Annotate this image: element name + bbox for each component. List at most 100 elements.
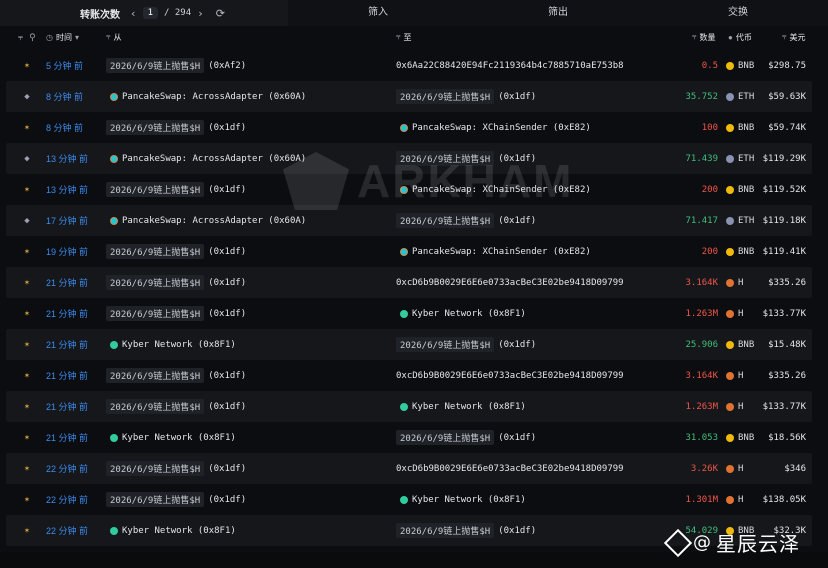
entity-tag[interactable]: 2026/6/9链上抛售$H [396, 151, 495, 166]
time-ago[interactable]: 19 分钟 前 [46, 245, 88, 258]
from-party[interactable]: PancakeSwap: AcrossAdapter (0x60A) [106, 154, 306, 164]
table-row[interactable]: ✶ 21 分钟 前 2026/6/9链上抛售$H (0x1df) Kyber Netwo… [6, 391, 812, 422]
from-party[interactable]: 2026/6/9链上抛售$H (0x1df) [106, 182, 246, 197]
tab-swap[interactable]: 交换 [648, 0, 828, 26]
time-ago[interactable]: 21 分钟 前 [46, 276, 88, 289]
entity-name[interactable]: Kyber Network (0x8F1) [122, 340, 236, 350]
table-row[interactable]: ◆ 13 分钟 前 PancakeSwap: AcrossAdapter (0x60… [6, 143, 812, 174]
short-address[interactable]: (0xAf2) [208, 61, 246, 71]
entity-tag[interactable]: 2026/6/9链上抛售$H [106, 461, 205, 476]
time-ago[interactable]: 22 分钟 前 [46, 462, 88, 475]
short-address[interactable]: (0x1df) [208, 464, 246, 474]
tab-inflow[interactable]: 筛入 [288, 0, 468, 26]
from-party[interactable]: Kyber Network (0x8F1) [106, 526, 236, 536]
from-party[interactable]: 2026/6/9链上抛售$H (0x1df) [106, 368, 246, 383]
entity-name[interactable]: PancakeSwap: XChainSender (0xE82) [412, 247, 591, 257]
short-address[interactable]: (0x1df) [208, 495, 246, 505]
filter-icon[interactable]: ⫧ [18, 32, 23, 43]
link-icon[interactable]: ⚲ [29, 32, 36, 43]
to-party[interactable]: 2026/6/9链上抛售$H (0x1df) [396, 430, 536, 445]
to-party[interactable]: 2026/6/9链上抛售$H (0x1df) [396, 523, 536, 538]
token[interactable]: BNB [726, 433, 754, 443]
to-party[interactable]: Kyber Network (0x8F1) [396, 495, 526, 505]
table-row[interactable]: ✶ 21 分钟 前 2026/6/9链上抛售$H (0x1df) Kyber Netwo… [6, 298, 812, 329]
token[interactable]: H [726, 371, 743, 381]
table-row[interactable]: ◆ 8 分钟 前 PancakeSwap: AcrossAdapter (0x60A… [6, 81, 812, 112]
to-party[interactable]: 2026/6/9链上抛售$H (0x1df) [396, 151, 536, 166]
refresh-icon[interactable]: ⟳ [216, 7, 225, 20]
from-party[interactable]: 2026/6/9链上抛售$H (0x1df) [106, 492, 246, 507]
from-party[interactable]: Kyber Network (0x8F1) [106, 433, 236, 443]
table-row[interactable]: ✶ 21 分钟 前 2026/6/9链上抛售$H (0x1df) 0xcD6b9B002… [6, 360, 812, 391]
to-party[interactable]: PancakeSwap: XChainSender (0xE82) [396, 247, 591, 257]
time-ago[interactable]: 21 分钟 前 [46, 431, 88, 444]
full-address[interactable]: 0xcD6b9B0029E6E6e0733acBeC3E02be9418D097… [396, 278, 624, 288]
short-address[interactable]: (0x1df) [208, 371, 246, 381]
token[interactable]: ETH [726, 154, 754, 164]
time-ago[interactable]: 8 分钟 前 [46, 121, 83, 134]
short-address[interactable]: (0x1df) [498, 216, 536, 226]
short-address[interactable]: (0x1df) [208, 402, 246, 412]
table-row[interactable]: ✶ 22 分钟 前 2026/6/9链上抛售$H (0x1df) 0xcD6b9B002… [6, 453, 812, 484]
entity-tag[interactable]: 2026/6/9链上抛售$H [396, 523, 495, 538]
from-party[interactable]: 2026/6/9链上抛售$H (0x1df) [106, 399, 246, 414]
short-address[interactable]: (0x1df) [208, 123, 246, 133]
time-ago[interactable]: 21 分钟 前 [46, 307, 88, 320]
token[interactable]: H [726, 464, 743, 474]
to-party[interactable]: 2026/6/9链上抛售$H (0x1df) [396, 89, 536, 104]
next-page-icon[interactable]: › [197, 7, 204, 20]
token[interactable]: ETH [726, 92, 754, 102]
entity-tag[interactable]: 2026/6/9链上抛售$H [106, 244, 205, 259]
entity-tag[interactable]: 2026/6/9链上抛售$H [396, 213, 495, 228]
short-address[interactable]: (0x1df) [208, 247, 246, 257]
prev-page-icon[interactable]: ‹ [130, 7, 137, 20]
entity-tag[interactable]: 2026/6/9链上抛售$H [106, 58, 205, 73]
entity-tag[interactable]: 2026/6/9链上抛售$H [106, 368, 205, 383]
table-row[interactable]: ✶ 22 分钟 前 2026/6/9链上抛售$H (0x1df) Kyber Netwo… [6, 484, 812, 515]
entity-tag[interactable]: 2026/6/9链上抛售$H [106, 120, 205, 135]
to-party[interactable]: Kyber Network (0x8F1) [396, 402, 526, 412]
token[interactable]: H [726, 309, 743, 319]
to-party[interactable]: 2026/6/9链上抛售$H (0x1df) [396, 337, 536, 352]
table-row[interactable]: ✶ 21 分钟 前 Kyber Network (0x8F1) 2026/6/9链上抛… [6, 329, 812, 360]
time-ago[interactable]: 5 分钟 前 [46, 59, 83, 72]
entity-name[interactable]: Kyber Network (0x8F1) [412, 309, 526, 319]
to-party[interactable]: 0xcD6b9B0029E6E6e0733acBeC3E02be9418D097… [396, 278, 624, 288]
from-party[interactable]: 2026/6/9链上抛售$H (0xAf2) [106, 58, 246, 73]
to-party[interactable]: 2026/6/9链上抛售$H (0x1df) [396, 213, 536, 228]
time-ago[interactable]: 21 分钟 前 [46, 400, 88, 413]
token[interactable]: H [726, 402, 743, 412]
time-ago[interactable]: 21 分钟 前 [46, 338, 88, 351]
header-qty[interactable]: ⫧ 数量 [692, 32, 716, 43]
entity-name[interactable]: Kyber Network (0x8F1) [412, 495, 526, 505]
time-ago[interactable]: 21 分钟 前 [46, 369, 88, 382]
table-row[interactable]: ✶ 8 分钟 前 2026/6/9链上抛售$H (0x1df) PancakeSwap:… [6, 112, 812, 143]
entity-name[interactable]: PancakeSwap: AcrossAdapter (0x60A) [122, 92, 306, 102]
short-address[interactable]: (0x1df) [498, 154, 536, 164]
time-ago[interactable]: 17 分钟 前 [46, 214, 88, 227]
entity-tag[interactable]: 2026/6/9链上抛售$H [106, 492, 205, 507]
to-party[interactable]: 0xcD6b9B0029E6E6e0733acBeC3E02be9418D097… [396, 371, 624, 381]
time-ago[interactable]: 22 分钟 前 [46, 524, 88, 537]
from-party[interactable]: 2026/6/9链上抛售$H (0x1df) [106, 306, 246, 321]
token[interactable]: BNB [726, 61, 754, 71]
short-address[interactable]: (0x1df) [208, 309, 246, 319]
entity-tag[interactable]: 2026/6/9链上抛售$H [106, 275, 205, 290]
short-address[interactable]: (0x1df) [208, 185, 246, 195]
short-address[interactable]: (0x1df) [498, 526, 536, 536]
entity-tag[interactable]: 2026/6/9链上抛售$H [106, 306, 205, 321]
time-ago[interactable]: 22 分钟 前 [46, 493, 88, 506]
short-address[interactable]: (0x1df) [498, 92, 536, 102]
token[interactable]: BNB [726, 123, 754, 133]
from-party[interactable]: PancakeSwap: AcrossAdapter (0x60A) [106, 216, 306, 226]
token[interactable]: BNB [726, 185, 754, 195]
token[interactable]: H [726, 495, 743, 505]
full-address[interactable]: 0xcD6b9B0029E6E6e0733acBeC3E02be9418D097… [396, 464, 624, 474]
short-address[interactable]: (0x1df) [498, 433, 536, 443]
to-party[interactable]: 0xcD6b9B0029E6E6e0733acBeC3E02be9418D097… [396, 464, 624, 474]
to-party[interactable]: 0x6Aa22C88420E94Fc2119364b4c7885710aE753… [396, 61, 624, 71]
time-ago[interactable]: 13 分钟 前 [46, 183, 88, 196]
table-row[interactable]: ✶ 5 分钟 前 2026/6/9链上抛售$H (0xAf2) 0x6Aa22C8842… [6, 50, 812, 81]
entity-name[interactable]: Kyber Network (0x8F1) [412, 402, 526, 412]
full-address[interactable]: 0x6Aa22C88420E94Fc2119364b4c7885710aE753… [396, 61, 624, 71]
